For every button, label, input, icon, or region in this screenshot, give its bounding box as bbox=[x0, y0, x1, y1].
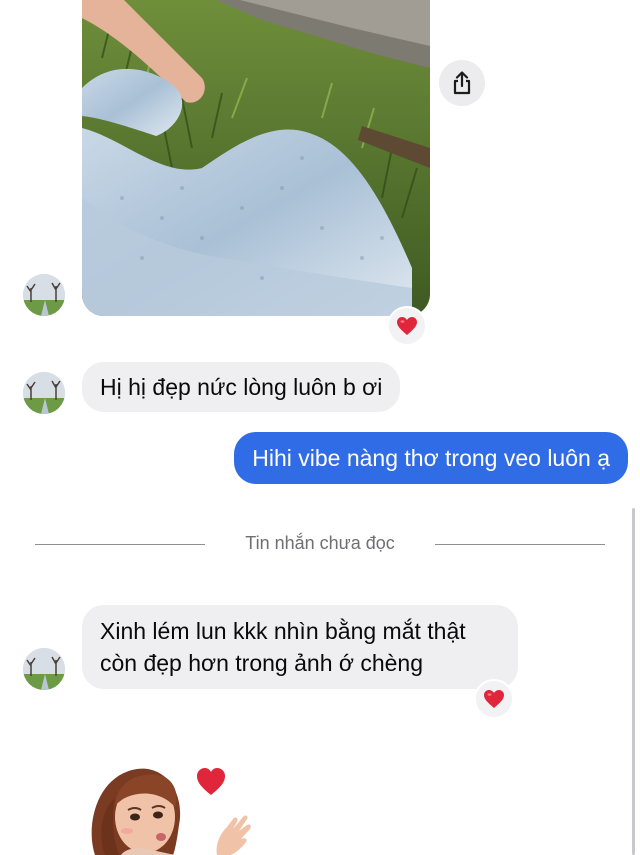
message-text-line: còn đẹp hơn trong ảnh ớ chèng bbox=[100, 650, 424, 676]
photo-image bbox=[82, 0, 430, 316]
incoming-message-bubble[interactable]: Hị hị đẹp nức lòng luôn b ơi bbox=[82, 362, 401, 412]
heart-reaction[interactable] bbox=[474, 679, 514, 719]
share-button[interactable] bbox=[439, 60, 485, 106]
contact-avatar[interactable] bbox=[23, 274, 65, 316]
blowing-kiss-avatar-sticker[interactable] bbox=[75, 755, 265, 855]
photo-message[interactable] bbox=[82, 0, 430, 316]
message-text-line: Xinh lém lun kkk nhìn bằng mắt thật bbox=[100, 618, 466, 644]
share-icon bbox=[453, 71, 471, 95]
incoming-message-bubble[interactable]: Xinh lém lun kkk nhìn bằng mắt thật còn … bbox=[82, 605, 518, 689]
avatar-image bbox=[23, 648, 65, 690]
outgoing-message-bubble[interactable]: Hihi vibe nàng thơ trong veo luôn ạ bbox=[234, 432, 628, 484]
sticker-image bbox=[91, 768, 251, 855]
divider-line bbox=[435, 544, 605, 545]
heart-icon bbox=[484, 690, 504, 708]
scrollbar[interactable] bbox=[632, 508, 635, 855]
chat-screen: Hị hị đẹp nức lòng luôn b ơi Hihi vibe n… bbox=[0, 0, 640, 855]
message-text: Hị hị đẹp nức lòng luôn b ơi bbox=[100, 374, 383, 400]
heart-reaction[interactable] bbox=[387, 306, 427, 346]
avatar-image bbox=[23, 274, 65, 316]
heart-icon bbox=[397, 317, 417, 335]
contact-avatar[interactable] bbox=[23, 648, 65, 690]
contact-avatar[interactable] bbox=[23, 372, 65, 414]
avatar-image bbox=[23, 372, 65, 414]
message-text: Hihi vibe nàng thơ trong veo luôn ạ bbox=[252, 445, 610, 471]
unread-messages-divider: Tin nhắn chưa đọc bbox=[35, 530, 605, 560]
